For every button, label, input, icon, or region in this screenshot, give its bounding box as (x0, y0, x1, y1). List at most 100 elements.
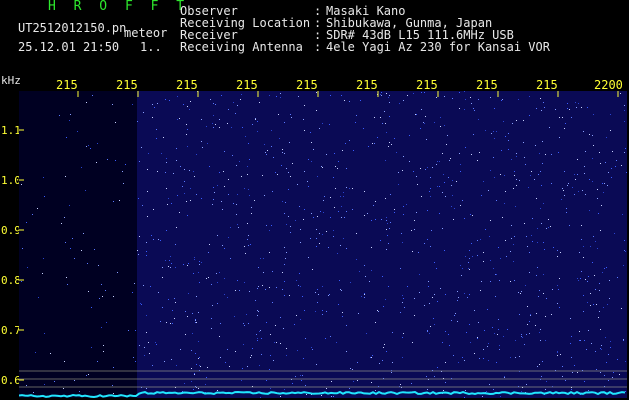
noise-dot (496, 274, 497, 275)
noise-dot (595, 351, 596, 352)
noise-dot (574, 365, 575, 366)
noise-dot (444, 250, 445, 251)
noise-dot (65, 176, 66, 177)
noise-dot (173, 173, 174, 174)
noise-dot (479, 358, 480, 359)
noise-dot (516, 156, 517, 157)
noise-dot (22, 248, 23, 249)
noise-dot (213, 199, 214, 200)
noise-dot (520, 293, 521, 294)
noise-dot (460, 205, 461, 206)
noise-dot (169, 260, 170, 261)
noise-dot (427, 331, 428, 332)
noise-dot (275, 325, 276, 326)
noise-dot (42, 273, 43, 274)
noise-dot (542, 141, 543, 142)
noise-dot (79, 391, 80, 392)
noise-dot (511, 238, 512, 239)
noise-dot (342, 150, 343, 151)
noise-dot (352, 369, 353, 370)
noise-dot (436, 164, 437, 165)
noise-dot (546, 381, 547, 382)
noise-dot (261, 354, 262, 355)
noise-dot (244, 282, 245, 283)
noise-dot (585, 279, 586, 280)
noise-dot (593, 114, 594, 115)
noise-dot (211, 318, 212, 319)
noise-dot (360, 100, 361, 101)
noise-dot (384, 344, 385, 345)
noise-dot (146, 388, 147, 389)
noise-dot (514, 236, 515, 237)
noise-dot (580, 278, 581, 279)
noise-dot (589, 210, 590, 211)
noise-dot (562, 366, 563, 367)
noise-dot (382, 276, 383, 277)
noise-dot (295, 376, 296, 377)
noise-dot (515, 206, 516, 207)
noise-dot (235, 113, 236, 114)
noise-dot (331, 381, 332, 382)
noise-dot (427, 330, 428, 331)
noise-dot (624, 250, 625, 251)
noise-dot (157, 171, 158, 172)
noise-dot (275, 172, 276, 173)
noise-dot (175, 267, 176, 268)
noise-dot (536, 275, 537, 276)
noise-dot (230, 227, 231, 228)
noise-dot (483, 358, 484, 359)
noise-dot (424, 243, 425, 244)
noise-dot (625, 361, 626, 362)
time-tick-label: 215 (236, 78, 258, 92)
noise-dot (227, 123, 228, 124)
noise-dot (210, 99, 211, 100)
noise-dot (292, 163, 293, 164)
noise-dot (137, 121, 138, 122)
frequency-tick-label: 0.7 (1, 324, 21, 337)
noise-dot (508, 149, 509, 150)
noise-dot (191, 350, 192, 351)
noise-dot (473, 108, 474, 109)
noise-dot (170, 256, 171, 257)
noise-dot (236, 204, 237, 205)
noise-dot (569, 109, 570, 110)
noise-dot (430, 246, 431, 247)
noise-dot (198, 358, 199, 359)
noise-dot (113, 393, 114, 394)
noise-dot (271, 130, 272, 131)
noise-dot (480, 239, 481, 240)
noise-dot (551, 314, 552, 315)
noise-dot (504, 175, 505, 176)
noise-dot (282, 201, 283, 202)
noise-dot (391, 144, 392, 145)
noise-dot (261, 338, 262, 339)
noise-dot (590, 293, 591, 294)
noise-dot (454, 208, 455, 209)
noise-dot (168, 266, 169, 267)
noise-dot (244, 325, 245, 326)
noise-dot (175, 302, 176, 303)
noise-dot (192, 333, 193, 334)
noise-dot (260, 258, 261, 259)
noise-dot (501, 100, 502, 101)
noise-dot (623, 339, 624, 340)
noise-dot (427, 239, 428, 240)
noise-dot (612, 151, 613, 152)
noise-dot (470, 214, 471, 215)
noise-dot (544, 249, 545, 250)
noise-dot (493, 389, 494, 390)
noise-dot (567, 185, 568, 186)
noise-dot (230, 258, 231, 259)
noise-dot (251, 213, 252, 214)
noise-dot (153, 209, 154, 210)
noise-dot (184, 169, 185, 170)
noise-dot (448, 334, 449, 335)
noise-dot (257, 338, 258, 339)
noise-dot (468, 268, 469, 269)
noise-dot (329, 294, 330, 295)
noise-dot (201, 262, 202, 263)
noise-dot (300, 242, 301, 243)
noise-dot (411, 230, 412, 231)
noise-dot (289, 295, 290, 296)
noise-dot (392, 362, 393, 363)
